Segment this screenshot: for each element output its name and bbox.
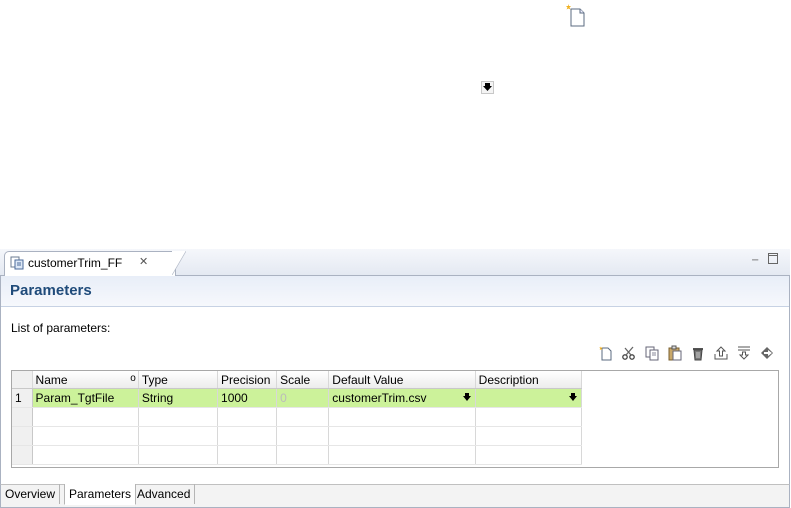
editor-panel: customerTrim_FF ✕ − Parameters List of p… bbox=[0, 249, 790, 508]
cell-default-value-text: customerTrim.csv bbox=[332, 391, 427, 405]
column-header-scale[interactable]: Scale bbox=[276, 371, 330, 389]
row-number bbox=[12, 445, 33, 465]
cut-icon[interactable] bbox=[621, 345, 637, 361]
column-header-description[interactable]: Description bbox=[475, 371, 583, 389]
editor-tab-label: customerTrim_FF bbox=[28, 256, 123, 270]
row-number bbox=[12, 426, 33, 446]
editor-tab-bar: customerTrim_FF ✕ − bbox=[0, 249, 790, 276]
parameters-table: Name o Type Precision Scale Default Valu… bbox=[11, 370, 779, 468]
tab-edge bbox=[172, 251, 186, 275]
empty-cell bbox=[138, 407, 219, 427]
column-header-type[interactable]: Type bbox=[138, 371, 219, 389]
maximize-icon[interactable] bbox=[768, 253, 778, 267]
empty-cell bbox=[32, 407, 139, 427]
empty-cell bbox=[328, 426, 476, 446]
cell-default-value[interactable]: customerTrim.csv bbox=[328, 388, 476, 408]
empty-cell bbox=[138, 445, 219, 465]
empty-cell bbox=[475, 426, 583, 446]
editor-tab[interactable]: customerTrim_FF ✕ bbox=[4, 251, 176, 276]
minimize-icon[interactable]: − bbox=[751, 255, 759, 266]
copy-icon[interactable] bbox=[644, 345, 660, 361]
tab-parameters[interactable]: Parameters bbox=[64, 484, 137, 505]
cell-name[interactable]: Param_TgtFile bbox=[32, 388, 139, 408]
empty-cell bbox=[276, 407, 330, 427]
move-up-icon[interactable] bbox=[713, 345, 729, 361]
page-title: Parameters bbox=[10, 282, 92, 299]
column-header-rownum bbox=[12, 371, 33, 389]
column-header-default-value[interactable]: Default Value bbox=[328, 371, 476, 389]
column-header-precision[interactable]: Precision bbox=[217, 371, 278, 389]
table-row-empty bbox=[12, 445, 583, 465]
empty-cell bbox=[328, 407, 476, 427]
empty-cell bbox=[328, 445, 476, 465]
tab-advanced[interactable]: Advanced bbox=[133, 484, 196, 504]
cell-precision[interactable]: 1000 bbox=[217, 388, 278, 408]
column-header-name-label: Name bbox=[35, 372, 68, 387]
empty-cell bbox=[475, 407, 583, 427]
empty-cell bbox=[217, 445, 278, 465]
empty-cell bbox=[475, 445, 583, 465]
row-number: 1 bbox=[12, 388, 33, 408]
empty-cell bbox=[32, 445, 139, 465]
table-header-row: Name o Type Precision Scale Default Valu… bbox=[12, 371, 583, 389]
empty-cell bbox=[32, 426, 139, 446]
column-header-name[interactable]: Name o bbox=[32, 371, 139, 389]
cell-scale: 0 bbox=[276, 388, 330, 408]
empty-cell bbox=[217, 426, 278, 446]
cell-type[interactable]: String bbox=[138, 388, 219, 408]
section-label: List of parameters: bbox=[11, 321, 111, 335]
required-marker: o bbox=[130, 372, 136, 384]
bottom-tab-bar: Overview Parameters Advanced bbox=[0, 484, 790, 508]
delete-icon[interactable] bbox=[690, 345, 706, 361]
empty-cell bbox=[276, 445, 330, 465]
tab-overview[interactable]: Overview bbox=[1, 484, 61, 504]
empty-cell bbox=[217, 407, 278, 427]
row-number bbox=[12, 407, 33, 427]
shortcut-icon[interactable] bbox=[759, 345, 775, 361]
paste-icon[interactable] bbox=[667, 345, 683, 361]
flat-file-icon bbox=[10, 256, 24, 270]
new-parameter-icon[interactable] bbox=[565, 3, 587, 29]
dropdown-arrow-icon[interactable] bbox=[462, 391, 472, 403]
empty-cell bbox=[138, 426, 219, 446]
dropdown-arrow-icon[interactable] bbox=[481, 81, 494, 94]
parameters-toolbar bbox=[598, 345, 775, 361]
table-row-empty bbox=[12, 407, 583, 427]
new-icon[interactable] bbox=[598, 345, 614, 361]
move-down-icon[interactable] bbox=[736, 345, 752, 361]
table-row[interactable]: 1 Param_TgtFile String 1000 0 customerTr… bbox=[12, 388, 583, 408]
dropdown-arrow-icon[interactable] bbox=[568, 391, 578, 403]
cell-description[interactable] bbox=[475, 388, 583, 408]
editor-content: Parameters List of parameters: Name o Ty… bbox=[0, 276, 790, 484]
close-icon[interactable]: ✕ bbox=[139, 255, 148, 268]
parameters-grid: Name o Type Precision Scale Default Valu… bbox=[12, 371, 583, 465]
form-header: Parameters bbox=[1, 276, 789, 307]
table-row-empty bbox=[12, 426, 583, 446]
empty-cell bbox=[276, 426, 330, 446]
